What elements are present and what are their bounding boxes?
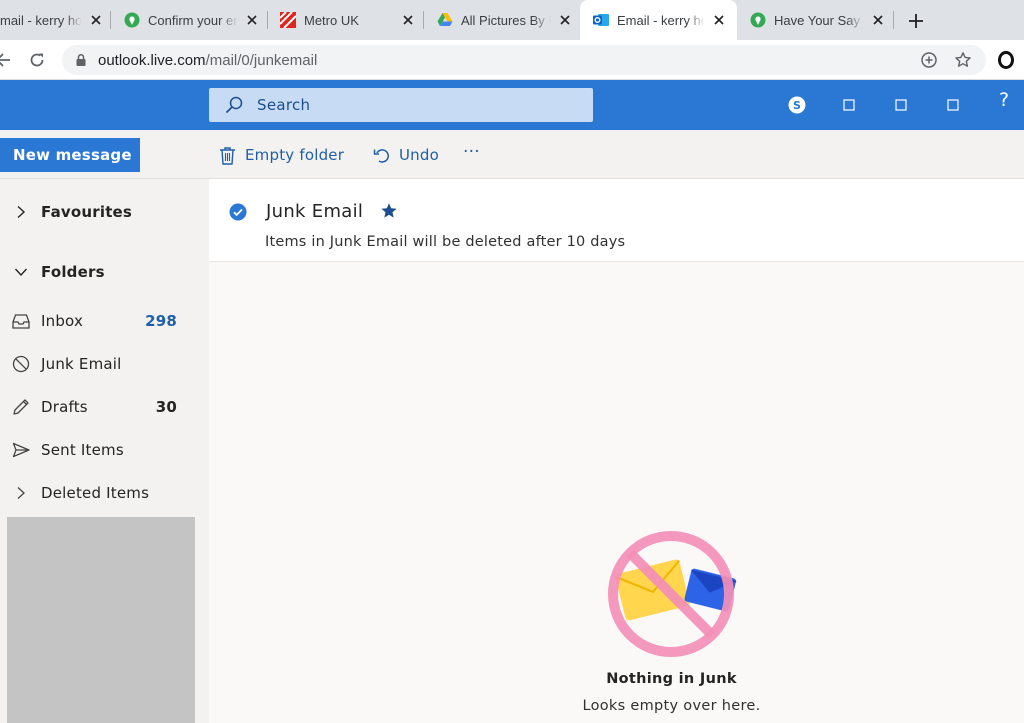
- placeholder-square-button[interactable]: [943, 95, 963, 115]
- close-icon[interactable]: [400, 12, 416, 28]
- tab-title: Confirm your email: [148, 12, 238, 28]
- tab-title: Have Your Say Tod: [774, 12, 864, 28]
- sidebar-item-inbox[interactable]: Inbox 298: [0, 303, 195, 339]
- skype-button[interactable]: S: [787, 95, 807, 115]
- inbox-icon: [12, 312, 30, 330]
- tab-separator: [893, 11, 894, 29]
- more-actions-button[interactable]: ···: [463, 139, 480, 165]
- placeholder-square-button[interactable]: [891, 95, 911, 115]
- folder-retention-notice: Items in Junk Email will be deleted afte…: [265, 234, 626, 250]
- new-message-button[interactable]: New message: [0, 138, 140, 172]
- empty-state-title: Nothing in Junk: [606, 671, 737, 687]
- outlook-logo-icon: [593, 12, 609, 28]
- skype-icon: S: [788, 96, 806, 114]
- add-circle-icon[interactable]: [920, 51, 938, 69]
- message-list-pane: Junk Email Items in Junk Email will be d…: [209, 179, 1024, 723]
- map-pin-icon: [750, 12, 766, 28]
- arrow-left-icon: [0, 53, 10, 67]
- url-host: outlook.live.com: [98, 51, 206, 69]
- sidebar-item-sent-items[interactable]: Sent Items: [0, 432, 195, 468]
- help-button[interactable]: ?: [994, 89, 1014, 111]
- sidebar-item-label: Deleted Items: [41, 484, 150, 502]
- map-pin-icon: [124, 12, 140, 28]
- empty-folder-button[interactable]: Empty folder: [219, 142, 344, 168]
- close-icon[interactable]: [711, 12, 727, 28]
- new-tab-button[interactable]: [905, 10, 927, 32]
- tab-separator: [110, 11, 111, 29]
- bookmark-star-icon[interactable]: [954, 51, 972, 69]
- undo-button[interactable]: Undo: [373, 142, 439, 168]
- url-path: /mail/0/junkemail: [205, 51, 318, 69]
- close-icon[interactable]: [244, 12, 260, 28]
- browser-toolbar: outlook.live.com/mail/0/junkemail: [0, 40, 1024, 80]
- favourites-label: Favourites: [41, 203, 133, 221]
- close-icon[interactable]: [88, 12, 104, 28]
- browser-tab-metro-uk[interactable]: Metro UK: [279, 0, 416, 40]
- square-icon: [895, 99, 907, 111]
- folders-section-header[interactable]: Folders: [0, 254, 195, 290]
- lock-icon: [76, 53, 86, 66]
- google-drive-icon: [437, 12, 453, 28]
- plus-icon: [909, 14, 923, 28]
- opera-profile-icon[interactable]: [996, 50, 1016, 70]
- close-icon[interactable]: [870, 12, 886, 28]
- sidebar-item-label: Inbox: [41, 312, 84, 330]
- pencil-icon: [12, 398, 30, 416]
- sidebar-item-label: Junk Email: [41, 355, 122, 373]
- tab-title: All Pictures By Ke: [461, 12, 551, 28]
- back-button[interactable]: [0, 49, 14, 71]
- svg-text:S: S: [793, 99, 801, 112]
- reload-icon: [30, 53, 44, 67]
- close-icon[interactable]: [557, 12, 573, 28]
- undo-label: Undo: [399, 146, 439, 164]
- select-all-checkbox[interactable]: [229, 203, 247, 221]
- metro-logo-icon: [279, 11, 297, 29]
- browser-tab-outlook-email[interactable]: Email - kerry ho: [580, 0, 737, 40]
- sidebar-item-drafts[interactable]: Drafts 30: [0, 389, 195, 425]
- folder-header: Junk Email Items in Junk Email will be d…: [209, 179, 1024, 262]
- empty-junk-illustration: [608, 531, 737, 657]
- item-count: 30: [155, 398, 177, 416]
- send-icon: [12, 441, 30, 459]
- outlook-header: Search S ?: [0, 80, 1024, 130]
- search-placeholder: Search: [257, 96, 311, 114]
- sidebar-item-label: Drafts: [41, 398, 88, 416]
- favourite-star-icon[interactable]: [380, 202, 398, 220]
- browser-tab-strip: mail - kerry ho Confirm your email Metro…: [0, 0, 1024, 40]
- sidebar-item-junk-email[interactable]: Junk Email: [0, 346, 195, 382]
- folder-pane: Favourites Folders Inbox 298 Junk Email …: [0, 179, 209, 723]
- square-icon: [843, 99, 855, 111]
- chevron-right-icon: [12, 203, 30, 221]
- sidebar-item-deleted-items[interactable]: Deleted Items: [0, 475, 195, 511]
- redacted-area: [7, 517, 195, 723]
- reload-button[interactable]: [26, 49, 48, 71]
- empty-folder-label: Empty folder: [245, 146, 345, 164]
- tab-title: Metro UK: [304, 12, 359, 28]
- blocked-icon: [12, 355, 30, 373]
- unread-count: 298: [145, 312, 177, 330]
- tab-title: mail - kerry ho: [0, 12, 82, 28]
- folder-title: Junk Email: [266, 201, 364, 222]
- tab-title: Email - kerry ho: [617, 12, 705, 28]
- chevron-down-icon: [12, 263, 30, 281]
- undo-icon: [373, 148, 389, 163]
- placeholder-square-button[interactable]: [839, 95, 859, 115]
- trash-icon: [220, 146, 235, 165]
- browser-tab-outlook-mail[interactable]: mail - kerry ho: [0, 0, 104, 40]
- favourites-section-header[interactable]: Favourites: [0, 194, 195, 230]
- folders-label: Folders: [41, 263, 105, 281]
- square-icon: [947, 99, 959, 111]
- browser-tab-google-drive[interactable]: All Pictures By Ke: [437, 0, 573, 40]
- search-icon: [225, 96, 243, 114]
- browser-tab-confirm-email[interactable]: Confirm your email: [124, 0, 260, 40]
- command-bar: New message Empty folder Undo ···: [0, 130, 1024, 179]
- empty-state-subtitle: Looks empty over here.: [582, 698, 761, 714]
- search-input[interactable]: Search: [209, 88, 593, 122]
- address-bar[interactable]: outlook.live.com/mail/0/junkemail: [62, 45, 986, 75]
- tab-separator: [267, 11, 268, 29]
- browser-tab-have-your-say[interactable]: Have Your Say Tod: [750, 0, 886, 40]
- sidebar-item-label: Sent Items: [41, 441, 124, 459]
- tab-separator: [423, 11, 424, 29]
- chevron-right-icon: [12, 484, 30, 502]
